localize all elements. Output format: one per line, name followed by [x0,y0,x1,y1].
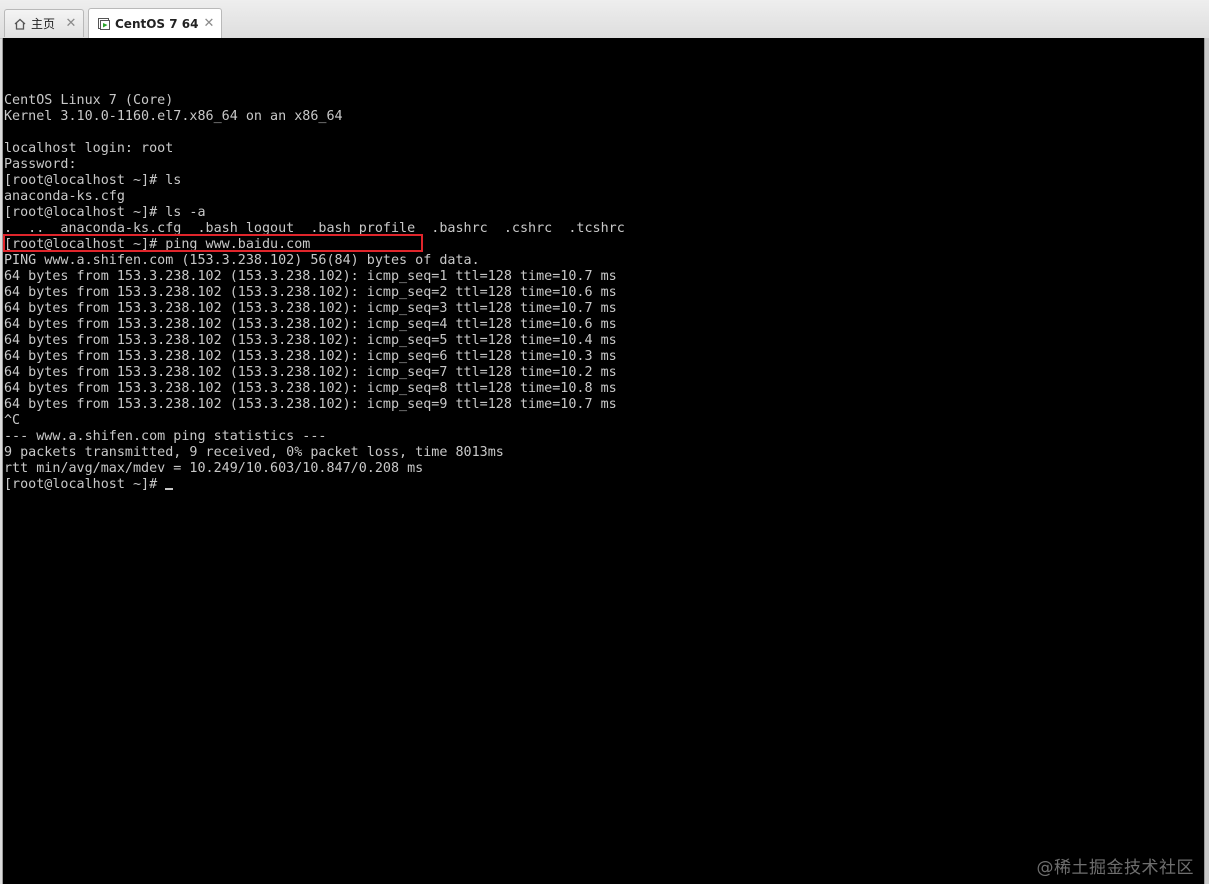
terminal-line: anaconda-ks.cfg [4,189,125,204]
terminal-line: 64 bytes from 153.3.238.102 (153.3.238.1… [4,381,617,396]
vm-console[interactable]: CentOS Linux 7 (Core) Kernel 3.10.0-1160.… [2,38,1205,884]
terminal-line: 64 bytes from 153.3.238.102 (153.3.238.1… [4,317,617,332]
terminal-line: 9 packets transmitted, 9 received, 0% pa… [4,445,504,460]
close-icon[interactable]: ✕ [65,17,77,30]
terminal-line: [root@localhost ~]# ls [4,173,182,188]
highlight-box [3,234,423,252]
close-icon[interactable]: ✕ [203,17,215,30]
terminal-line: 64 bytes from 153.3.238.102 (153.3.238.1… [4,301,617,316]
terminal-line: PING www.a.shifen.com (153.3.238.102) 56… [4,253,480,268]
terminal-prompt: [root@localhost ~]# [4,477,166,492]
terminal-line: localhost login: root [4,141,174,156]
terminal-line: --- www.a.shifen.com ping statistics --- [4,429,327,444]
tab-centos[interactable]: CentOS 7 64 位 ✕ [88,8,222,38]
terminal-prompt-line: [root@localhost ~]# [4,477,625,493]
home-icon [13,17,27,31]
terminal-line: Kernel 3.10.0-1160.el7.x86_64 on an x86_… [4,109,343,124]
text-cursor [165,488,174,490]
terminal-line: [root@localhost ~]# ls -a [4,205,206,220]
window-edge [1205,38,1209,884]
tab-label: 主页 [31,17,56,31]
tab-home[interactable]: 主页 ✕ [4,9,84,37]
terminal-output: CentOS Linux 7 (Core) Kernel 3.10.0-1160.… [4,93,625,493]
vmware-window: 主页 ✕ CentOS 7 64 位 ✕ CentOS Linux 7 (Cor… [0,0,1209,884]
terminal-line: 64 bytes from 153.3.238.102 (153.3.238.1… [4,333,617,348]
terminal-line: rtt min/avg/max/mdev = 10.249/10.603/10.… [4,461,424,476]
vm-icon [97,17,111,31]
tab-bar: 主页 ✕ CentOS 7 64 位 ✕ [0,0,1209,39]
terminal-line: Password: [4,157,77,172]
terminal-line: 64 bytes from 153.3.238.102 (153.3.238.1… [4,269,617,284]
terminal-line: 64 bytes from 153.3.238.102 (153.3.238.1… [4,397,617,412]
terminal-line: 64 bytes from 153.3.238.102 (153.3.238.1… [4,349,617,364]
terminal-line: CentOS Linux 7 (Core) [4,93,174,108]
terminal-line: ^C [4,413,21,428]
watermark: @稀土掘金技术社区 [1036,858,1194,878]
tab-label: CentOS 7 64 位 [115,17,199,31]
terminal-line: 64 bytes from 153.3.238.102 (153.3.238.1… [4,365,617,380]
terminal-line: 64 bytes from 153.3.238.102 (153.3.238.1… [4,285,617,300]
